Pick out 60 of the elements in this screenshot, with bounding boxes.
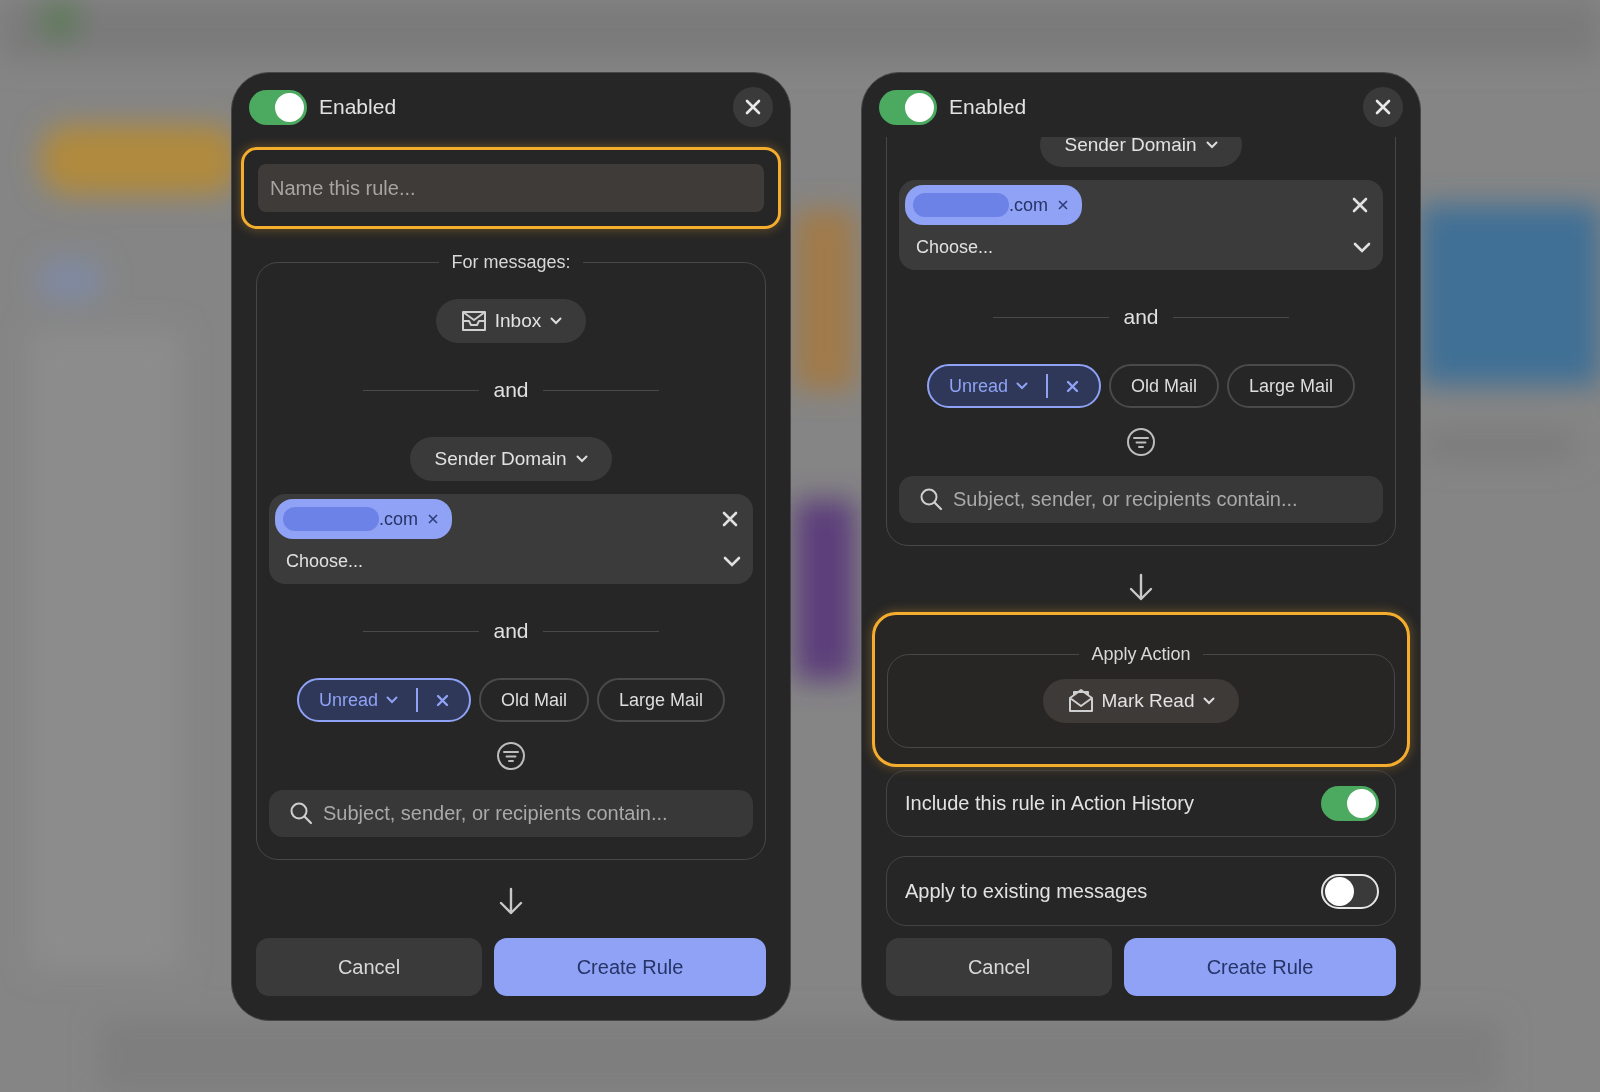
chevron-down-icon [386, 696, 398, 704]
close-icon [1374, 98, 1392, 116]
filter-icon[interactable] [496, 741, 526, 771]
rule-name-field[interactable]: Name this rule... [258, 164, 764, 212]
create-rule-button[interactable]: Create Rule [1124, 938, 1396, 996]
remove-icon[interactable] [436, 693, 449, 707]
filter-icon[interactable] [1126, 427, 1156, 457]
remove-icon[interactable] [1058, 200, 1068, 210]
remove-icon[interactable] [1066, 379, 1079, 393]
cancel-button[interactable]: Cancel [256, 938, 483, 996]
setting-label: Include this rule in Action History [905, 792, 1195, 815]
dropdown-button[interactable]: Sender Domain [410, 437, 612, 481]
dropdown-button[interactable]: Mark Read [1042, 679, 1240, 723]
filter-chip[interactable]: Large Mail [597, 678, 726, 722]
search-field[interactable]: Subject, sender, or recipients contain... [899, 476, 1383, 523]
cancel-button[interactable]: Cancel [886, 938, 1113, 996]
and-label: and [1123, 305, 1159, 329]
remove-icon[interactable] [428, 514, 438, 524]
setting-label: Apply to existing messages [905, 879, 1148, 903]
open-envelope-icon [1066, 688, 1095, 714]
choose-placeholder: Choose... [286, 551, 364, 572]
setting-toggle[interactable] [1321, 873, 1379, 909]
enabled-toggle[interactable] [879, 89, 937, 125]
domain-picker[interactable]: .com Choose... [269, 494, 753, 584]
create-rule-button[interactable]: Create Rule [494, 938, 766, 996]
enabled-label: Enabled [949, 95, 1028, 119]
dropdown-button[interactable]: Sender Domain [1040, 137, 1242, 167]
close-button[interactable] [1363, 87, 1403, 127]
clear-icon[interactable] [1352, 197, 1368, 213]
group-title: For messages: [450, 252, 572, 273]
filter-chip[interactable]: Old Mail [479, 678, 589, 722]
and-label: and [493, 619, 529, 643]
domain-token[interactable]: .com [905, 185, 1082, 225]
chevron-down-icon [1205, 141, 1218, 149]
search-icon [289, 801, 313, 825]
filter-chip[interactable]: Unread [926, 364, 1101, 408]
close-icon [744, 98, 762, 116]
chevron-down-icon [1203, 697, 1216, 705]
chevron-down-icon[interactable] [723, 556, 741, 567]
inbox-icon [459, 309, 488, 333]
chevron-down-icon [1016, 382, 1028, 390]
search-field[interactable]: Subject, sender, or recipients contain... [269, 790, 753, 837]
clear-icon[interactable] [722, 511, 738, 527]
and-label: and [493, 378, 529, 402]
filter-chip[interactable]: Large Mail [1227, 364, 1356, 408]
domain-token[interactable]: .com [275, 499, 452, 539]
enabled-toggle[interactable] [249, 89, 307, 125]
domain-picker[interactable]: .com Choose... [899, 180, 1383, 270]
enabled-label: Enabled [319, 95, 398, 119]
filter-chip[interactable]: Unread [296, 678, 471, 722]
close-button[interactable] [733, 87, 773, 127]
group-title: Apply Action [1090, 644, 1192, 665]
choose-placeholder: Choose... [916, 237, 994, 258]
setting-toggle[interactable] [1321, 786, 1379, 821]
chevron-down-icon [575, 455, 588, 463]
filter-chip[interactable]: Old Mail [1109, 364, 1219, 408]
dropdown-button[interactable]: Inbox [435, 299, 587, 343]
search-icon [919, 487, 943, 511]
chevron-down-icon[interactable] [1353, 242, 1371, 253]
chevron-down-icon [550, 317, 563, 325]
